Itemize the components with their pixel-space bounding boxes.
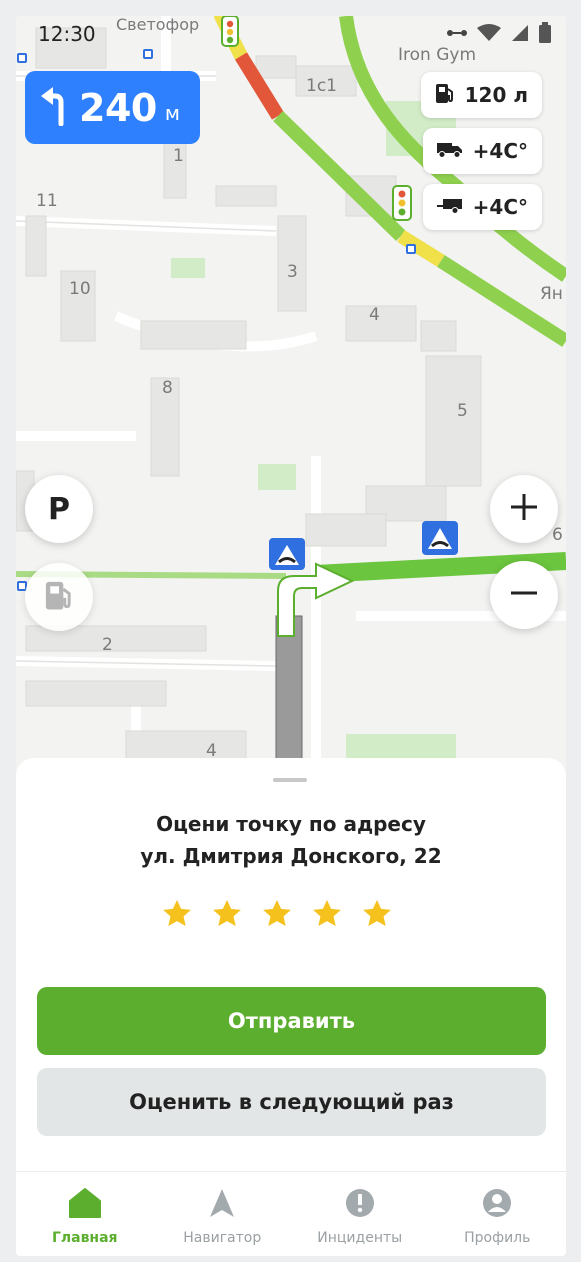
map-label: 2 bbox=[102, 635, 113, 655]
map-label: 10 bbox=[69, 279, 91, 299]
map-label: 11 bbox=[36, 191, 58, 211]
trailer-temperature: +4С° bbox=[472, 195, 528, 219]
cell-signal-icon bbox=[510, 23, 530, 47]
star-icon[interactable] bbox=[311, 898, 343, 934]
rating-title: Оцени точку по адресу ул. Дмитрия Донско… bbox=[16, 808, 566, 872]
speed-bump-sign-icon bbox=[422, 521, 458, 555]
map-label: 8 bbox=[162, 378, 173, 398]
turn-left-arrow-icon bbox=[41, 86, 71, 130]
truck-temp-chip[interactable]: +4С° bbox=[422, 128, 542, 174]
tab-navigator[interactable]: Навигатор bbox=[154, 1172, 292, 1256]
trailer-temp-chip[interactable]: +4С° bbox=[422, 184, 542, 230]
status-icons bbox=[446, 22, 552, 48]
sheet-grabber[interactable] bbox=[273, 778, 307, 782]
alert-icon bbox=[345, 1188, 375, 1222]
tab-label: Навигатор bbox=[183, 1230, 262, 1246]
maneuver-card[interactable]: 240 м bbox=[25, 71, 200, 144]
tab-label: Главная bbox=[51, 1230, 118, 1246]
fuel-pump-icon bbox=[44, 579, 74, 615]
zoom-out-button[interactable] bbox=[490, 561, 558, 629]
rating-sheet: Оцени точку по адресу ул. Дмитрия Донско… bbox=[16, 758, 566, 1178]
minus-icon bbox=[510, 579, 538, 611]
maneuver-distance: 240 bbox=[79, 85, 157, 130]
trailer-icon bbox=[436, 195, 463, 219]
rating-address: ул. Дмитрия Донского, 22 bbox=[140, 844, 442, 868]
map-label: 3 bbox=[287, 262, 298, 282]
truck-temperature: +4С° bbox=[472, 139, 528, 163]
navigator-arrow-icon bbox=[209, 1188, 235, 1222]
star-rating[interactable] bbox=[161, 898, 393, 934]
wifi-icon bbox=[476, 23, 502, 47]
status-bar: 12:30 bbox=[16, 16, 566, 52]
fuel-pump-icon bbox=[435, 82, 455, 109]
submit-button[interactable]: Отправить bbox=[37, 987, 546, 1055]
star-icon[interactable] bbox=[211, 898, 243, 934]
truck-icon bbox=[436, 139, 463, 163]
star-icon[interactable] bbox=[161, 898, 193, 934]
battery-icon bbox=[538, 22, 552, 48]
signal-dots-icon bbox=[446, 25, 468, 45]
tab-label: Профиль bbox=[464, 1230, 531, 1246]
fuel-station-button[interactable] bbox=[25, 563, 93, 631]
maneuver-unit: м bbox=[164, 100, 180, 125]
speed-bump-sign-icon bbox=[269, 538, 305, 570]
map-label: 4 bbox=[369, 305, 380, 325]
parking-label: P bbox=[48, 491, 70, 527]
tab-home[interactable]: Главная bbox=[16, 1172, 154, 1256]
parking-button[interactable]: P bbox=[25, 475, 93, 543]
zoom-in-button[interactable] bbox=[490, 475, 558, 543]
app-screen: Светофор Iron Gym 1с1 1 11 3 10 4 8 5 2 … bbox=[16, 16, 566, 1256]
fuel-chip[interactable]: 120 л bbox=[420, 72, 542, 118]
plus-icon bbox=[510, 493, 538, 525]
tab-incidents[interactable]: Инциденты bbox=[291, 1172, 429, 1256]
traffic-light-icon bbox=[392, 185, 412, 221]
map-label: 5 bbox=[457, 401, 468, 421]
rating-title-line1: Оцени точку по адресу bbox=[156, 812, 426, 836]
map-label: 6 bbox=[552, 525, 563, 545]
map-label: 1с1 bbox=[306, 76, 337, 96]
star-icon[interactable] bbox=[261, 898, 293, 934]
rate-later-button[interactable]: Оценить в следующий раз bbox=[37, 1068, 546, 1136]
tab-label: Инциденты bbox=[317, 1230, 403, 1246]
fuel-amount: 120 л bbox=[464, 83, 528, 107]
home-icon bbox=[68, 1188, 101, 1222]
profile-icon bbox=[482, 1188, 512, 1222]
map-label: Ян bbox=[540, 284, 563, 304]
map-label: 1 bbox=[173, 146, 184, 166]
star-icon[interactable] bbox=[361, 898, 393, 934]
bottom-tab-bar: Главная Навигатор Инциденты Профиль bbox=[16, 1171, 566, 1256]
tab-profile[interactable]: Профиль bbox=[429, 1172, 567, 1256]
status-time: 12:30 bbox=[38, 22, 96, 46]
